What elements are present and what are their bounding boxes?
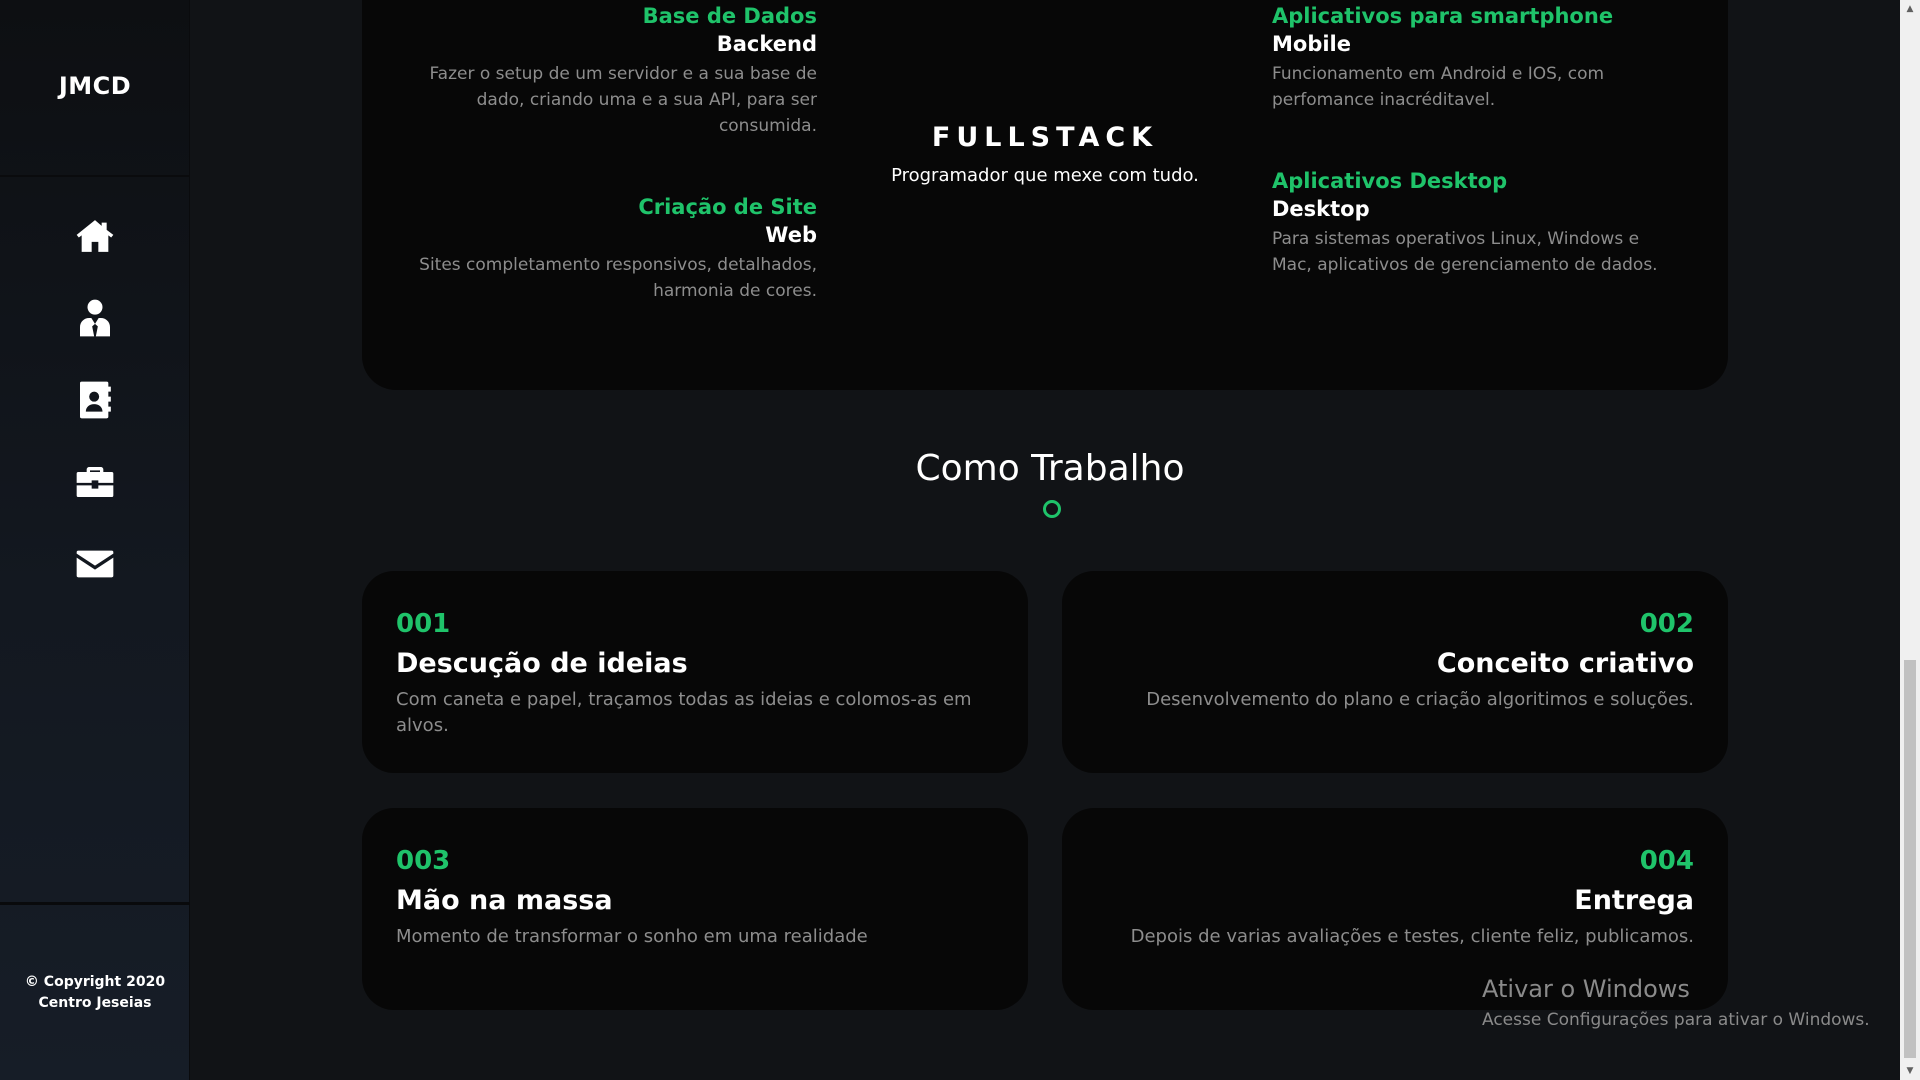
scrollbar-thumb[interactable] [1904, 660, 1916, 1058]
service-database: Base de Dados Backend Fazer o setup de u… [380, 2, 817, 139]
windows-activation-watermark: Ativar o Windows Acesse Configurações pa… [1482, 974, 1870, 1032]
step-title: Conceito criativo [1436, 648, 1694, 679]
service-subtitle: Mobile [1272, 32, 1351, 56]
step-title: Descução de ideias [396, 648, 688, 679]
service-subtitle: Desktop [1272, 197, 1370, 221]
sidebar: JMCD © Copyright 2020 Centro Jeseias [0, 0, 190, 1080]
step-description: Depois de varias avaliações e testes, cl… [1096, 924, 1694, 950]
user-icon [80, 299, 110, 337]
service-subtitle: Web [765, 223, 817, 247]
home-icon [76, 220, 114, 252]
step-card: 002 Conceito criativo Desenvolvemento do… [1062, 571, 1728, 773]
desc-line: Fazer o setup de um servidor e a sua bas… [429, 64, 817, 84]
desc-line: harmonia de cores. [653, 281, 817, 301]
scroll-up-arrow-icon[interactable]: ▲ [1900, 0, 1920, 18]
desc-line: consumida. [718, 116, 817, 136]
watermark-subtitle: Acesse Configurações para ativar o Windo… [1482, 1010, 1870, 1030]
briefcase-icon [76, 467, 114, 497]
step-description: Com caneta e papel, traçamos todas as id… [396, 687, 994, 739]
vertical-scrollbar[interactable]: ▲ ▼ [1900, 0, 1920, 1080]
step-description: Momento de transformar o sonho em uma re… [396, 924, 994, 950]
service-description: Para sistemas operativos Linux, Windows … [1272, 226, 1712, 278]
desc-line: Depois de varias avaliações e testes, cl… [1130, 926, 1694, 947]
desc-line: Com caneta e papel, traçamos todas as id… [396, 689, 972, 710]
nav-home[interactable] [0, 208, 190, 264]
watermark-title: Ativar o Windows [1482, 975, 1690, 1003]
step-number: 004 [1639, 846, 1694, 876]
desc-line: perfomance inacréditavel. [1272, 90, 1496, 110]
service-description: Fazer o setup de um servidor e a sua bas… [380, 61, 817, 139]
step-description: Desenvolvemento do plano e criação algor… [1096, 687, 1694, 713]
step-number: 002 [1639, 609, 1694, 639]
service-subtitle: Backend [716, 32, 817, 56]
title-dot-ornament [1043, 500, 1061, 518]
section-title: Como Trabalho [915, 448, 1185, 489]
copyright-line: © Copyright 2020 [24, 974, 166, 990]
nav-about[interactable] [0, 290, 190, 346]
service-title: Criação de Site [638, 195, 817, 219]
service-title: Base de Dados [642, 4, 817, 28]
nav-contact[interactable] [0, 536, 190, 592]
service-description: Sites completamento responsivos, detalha… [380, 252, 817, 304]
step-title: Entrega [1574, 885, 1694, 916]
service-mobile: Aplicativos para smartphone Mobile Funci… [1272, 2, 1712, 113]
service-desktop: Aplicativos Desktop Desktop Para sistema… [1272, 167, 1712, 278]
desc-line: Momento de transformar o sonho em uma re… [396, 926, 868, 947]
nav-portfolio[interactable] [0, 454, 190, 510]
desc-line: alvos. [396, 715, 449, 736]
desc-line: Funcionamento em Android e IOS, com [1272, 64, 1605, 84]
sidebar-divider [0, 902, 190, 905]
step-card: 001 Descução de ideias Com caneta e pape… [362, 571, 1028, 773]
step-card: 003 Mão na massa Momento de transformar … [362, 808, 1028, 1010]
service-title: Aplicativos Desktop [1272, 169, 1508, 193]
service-description: Funcionamento em Android e IOS, com perf… [1272, 61, 1712, 113]
nav-resume[interactable] [0, 372, 190, 428]
desc-line: Para sistemas operativos Linux, Windows … [1272, 229, 1640, 249]
desc-line: Sites completamento responsivos, detalha… [419, 255, 817, 275]
contact-card-icon [80, 381, 111, 419]
desc-line: dado, criando uma e a sua API, para ser [476, 90, 817, 110]
desc-line: Desenvolvemento do plano e criação algor… [1146, 689, 1694, 710]
scroll-down-arrow-icon[interactable]: ▼ [1900, 1062, 1920, 1080]
fullstack-heading: FULLSTACK [931, 122, 1159, 153]
step-number: 001 [396, 609, 451, 639]
service-title: Aplicativos para smartphone [1272, 4, 1614, 28]
mail-icon [76, 550, 114, 578]
sidebar-divider [0, 175, 190, 177]
step-number: 003 [396, 846, 451, 876]
service-website: Criação de Site Web Sites completamento … [380, 193, 817, 304]
fullstack-subtitle: Programador que mexe com tudo. [891, 165, 1199, 186]
desc-line: Mac, aplicativos de gerenciamento de dad… [1272, 255, 1658, 275]
copyright: © Copyright 2020 Centro Jeseias [0, 972, 190, 1014]
logo[interactable]: JMCD [0, 72, 190, 100]
fullstack-block: FULLSTACK Programador que mexe com tudo. [855, 122, 1235, 186]
step-title: Mão na massa [396, 885, 613, 916]
copyright-owner: Centro Jeseias [38, 995, 152, 1011]
